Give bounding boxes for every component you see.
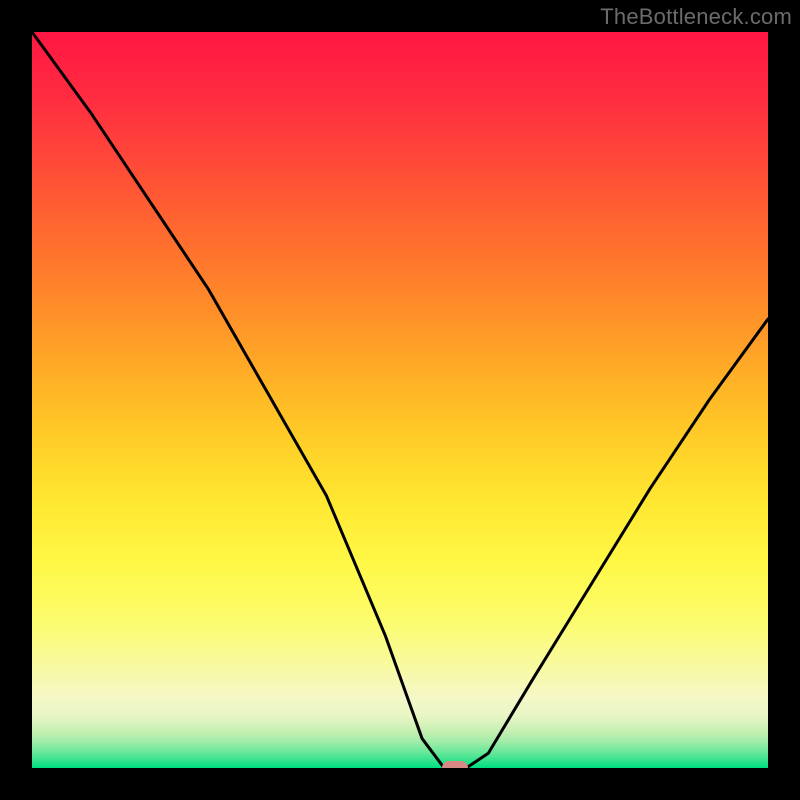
attribution-text: TheBottleneck.com bbox=[600, 4, 792, 30]
optimal-point-marker bbox=[442, 761, 468, 768]
plot-area bbox=[32, 32, 768, 768]
chart-frame: TheBottleneck.com bbox=[0, 0, 800, 800]
bottleneck-curve bbox=[32, 32, 768, 768]
